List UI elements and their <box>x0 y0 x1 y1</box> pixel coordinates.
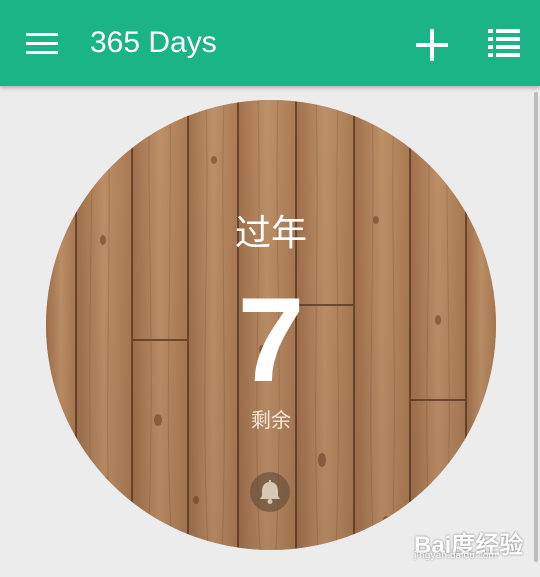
list-view-button[interactable] <box>486 26 522 62</box>
event-card[interactable]: 过年 7 剩余 <box>46 100 496 550</box>
menu-button[interactable] <box>26 33 58 55</box>
event-title: 过年 <box>234 213 307 254</box>
days-count: 7 <box>237 273 305 407</box>
plus-icon <box>416 29 448 61</box>
baidu-jingyan-watermark: Bai度经验 jingyan.baidu.com <box>414 519 523 561</box>
watermark-subtext: jingyan.baidu.com <box>414 551 498 561</box>
menu-icon-line <box>26 51 58 54</box>
reminder-button[interactable] <box>250 472 290 512</box>
days-remaining-label: 剩余 <box>251 408 291 432</box>
bell-icon <box>260 480 280 504</box>
scrollbar[interactable] <box>534 92 538 562</box>
menu-icon-line <box>26 33 58 36</box>
add-event-button[interactable] <box>414 27 450 63</box>
menu-icon-line <box>26 42 58 45</box>
list-view-icon <box>488 29 520 57</box>
app-title: 365 Days <box>90 26 217 59</box>
app-bar: 365 Days <box>0 0 540 86</box>
